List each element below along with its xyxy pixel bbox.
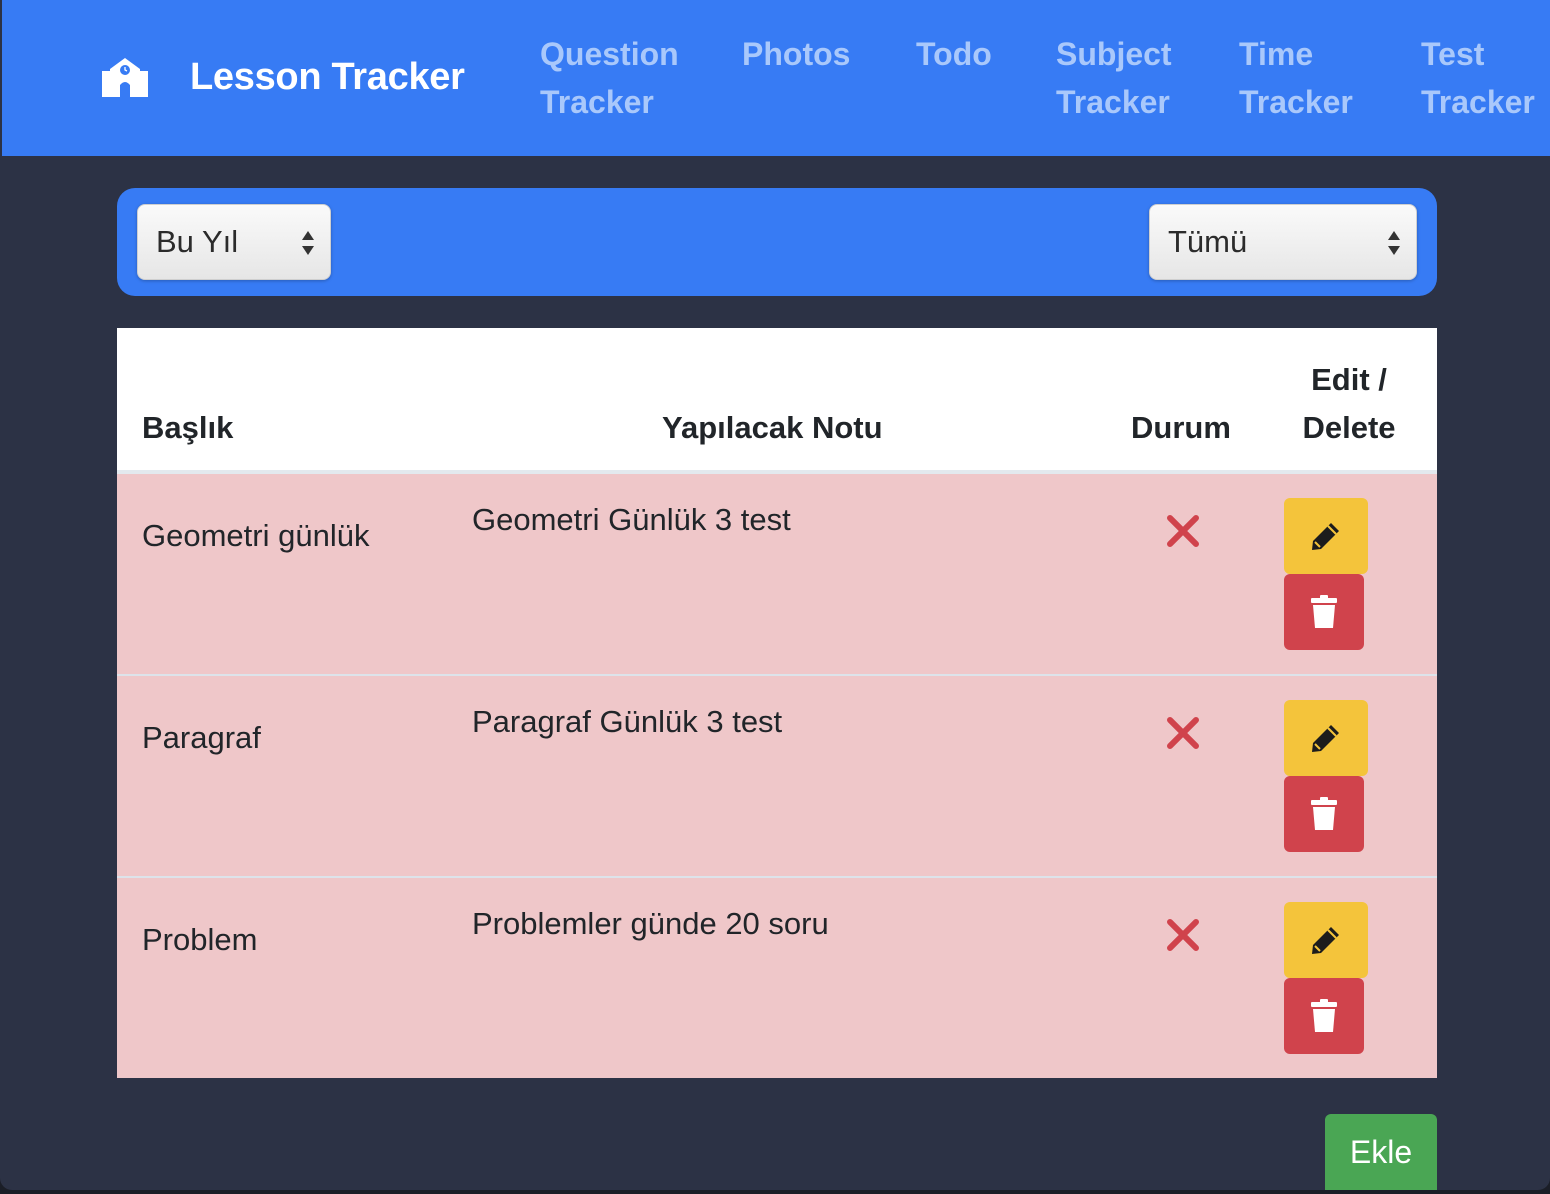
nav-label: Time [1239,36,1314,72]
nav-todo[interactable]: Todo [916,30,992,78]
header-title: Başlık [142,410,234,445]
header-actions-line: Delete [1302,410,1396,445]
header-note: Yapılacak Notu [662,410,883,445]
nav-label: Tracker [1056,84,1170,120]
nav-time-tracker[interactable]: Time Tracker [1239,30,1353,126]
nav-label: Tracker [1421,84,1535,120]
table-header: Başlık Yapılacak Notu Durum Edit / Delet… [117,328,1437,474]
trash-icon [1311,999,1337,1032]
nav-photos[interactable]: Photos [742,30,850,78]
nav-label: Todo [916,36,992,72]
delete-button[interactable] [1284,978,1364,1054]
edit-button[interactable] [1284,498,1368,574]
todo-table: Başlık Yapılacak Notu Durum Edit / Delet… [117,328,1437,1078]
app-window: Lesson Tracker Question Tracker Photos T… [0,0,1550,1190]
status-select[interactable]: Tümü [1149,204,1417,280]
delete-button[interactable] [1284,776,1364,852]
table-row: Paragraf Paragraf Günlük 3 test [117,676,1437,878]
pencil-icon [1312,725,1339,752]
status-select-value: Tümü [1168,224,1248,259]
trash-icon [1311,797,1337,830]
select-arrows-icon [302,231,314,255]
header-actions: Edit / Delete [1297,356,1401,452]
delete-button[interactable] [1284,574,1364,650]
trash-icon [1311,595,1337,628]
x-icon [1167,717,1199,749]
nav-label: Question [540,36,679,72]
edit-button[interactable] [1284,700,1368,776]
row-note: Geometri Günlük 3 test [472,502,791,537]
edit-button[interactable] [1284,902,1368,978]
school-icon [102,58,148,97]
navbar: Lesson Tracker Question Tracker Photos T… [2,0,1550,156]
nav-label: Tracker [540,84,654,120]
row-note: Problemler günde 20 soru [472,906,829,941]
add-button[interactable]: Ekle [1325,1114,1437,1190]
nav-label: Subject [1056,36,1172,72]
pencil-icon [1312,927,1339,954]
header-status: Durum [1131,410,1231,445]
select-arrows-icon [1388,231,1400,255]
row-title: Problem [142,922,258,957]
table-row: Geometri günlük Geometri Günlük 3 test [117,474,1437,676]
header-actions-line: Edit / [1311,362,1387,397]
nav-question-tracker[interactable]: Question Tracker [540,30,679,126]
row-note: Paragraf Günlük 3 test [472,704,783,739]
pencil-icon [1312,523,1339,550]
nav-label: Tracker [1239,84,1353,120]
nav-label: Test [1421,36,1485,72]
row-title: Paragraf [142,720,261,755]
row-title: Geometri günlük [142,518,370,553]
filter-bar: Bu Yıl Tümü [117,188,1437,296]
nav-subject-tracker[interactable]: Subject Tracker [1056,30,1172,126]
x-icon [1167,515,1199,547]
brand[interactable]: Lesson Tracker [98,52,465,102]
nav-label: Photos [742,36,851,72]
table-row: Problem Problemler günde 20 soru [117,878,1437,1078]
nav-test-tracker[interactable]: Test Tracker [1421,30,1535,126]
x-icon [1167,919,1199,951]
period-select[interactable]: Bu Yıl [137,204,331,280]
brand-title: Lesson Tracker [190,55,465,98]
period-select-value: Bu Yıl [156,224,239,259]
